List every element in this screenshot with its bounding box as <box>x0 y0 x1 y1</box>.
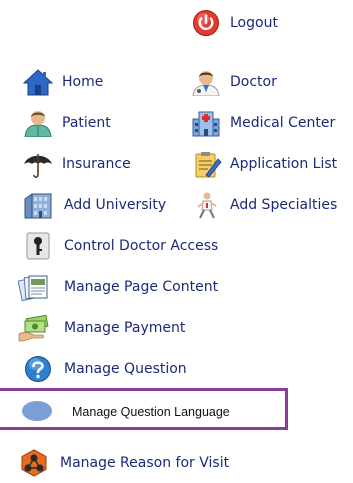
clipboard-pen-icon <box>195 152 222 178</box>
menu-item-manage-page-content[interactable]: Manage Page Content <box>18 273 248 301</box>
control-doctor-access-label: Control Doctor Access <box>64 238 219 254</box>
menu-item-add-specialties[interactable]: Add Specialties <box>190 191 352 219</box>
power-icon <box>193 10 219 36</box>
add-specialties-label: Add Specialties <box>230 197 338 213</box>
running-doctor-icon <box>197 192 217 219</box>
manage-reason-for-visit-label: Manage Reason for Visit <box>60 455 230 471</box>
menu-item-manage-payment[interactable]: Manage Payment <box>18 314 218 342</box>
application-list-label: Application List <box>230 156 338 172</box>
menu-item-manage-reason-for-visit[interactable]: Manage Reason for Visit <box>18 449 258 477</box>
patient-label: Patient <box>62 115 111 131</box>
manage-payment-label: Manage Payment <box>64 320 186 336</box>
hexagon-nodes-icon <box>21 449 47 477</box>
university-building-icon <box>24 193 52 219</box>
manage-question-label: Manage Question <box>64 361 187 377</box>
doctor-label: Doctor <box>230 74 277 90</box>
menu-item-control-doctor-access[interactable]: Control Doctor Access <box>22 232 242 260</box>
logout-label: Logout <box>230 15 278 31</box>
menu-item-home[interactable]: Home <box>22 68 142 96</box>
menu-item-patient[interactable]: Patient <box>22 109 142 137</box>
patient-icon <box>24 111 52 137</box>
money-hand-icon <box>18 314 49 342</box>
menu-item-insurance[interactable]: Insurance <box>22 150 147 178</box>
home-icon <box>22 69 54 96</box>
menu-item-manage-question[interactable]: Manage Question <box>22 355 222 383</box>
help-question-icon <box>25 356 51 382</box>
menu-item-doctor[interactable]: Doctor <box>190 68 310 96</box>
manage-page-content-label: Manage Page Content <box>64 279 219 295</box>
umbrella-icon <box>24 154 52 178</box>
add-university-label: Add University <box>64 197 167 213</box>
blue-oval-icon <box>22 401 52 421</box>
hospital-building-icon <box>192 111 220 137</box>
documents-icon <box>18 275 48 301</box>
menu-item-medical-center[interactable]: Medical Center <box>190 109 352 137</box>
key-icon <box>26 232 50 260</box>
medical-center-label: Medical Center <box>230 115 336 131</box>
menu-item-manage-question-language[interactable]: Manage Question Language <box>20 396 282 424</box>
menu-item-add-university[interactable]: Add University <box>22 191 182 219</box>
insurance-label: Insurance <box>62 156 131 172</box>
manage-question-language-label: Manage Question Language <box>72 405 230 419</box>
home-label: Home <box>62 74 104 90</box>
menu-item-application-list[interactable]: Application List <box>190 150 352 178</box>
logout-button[interactable]: Logout <box>190 9 300 37</box>
doctor-icon <box>192 71 220 96</box>
